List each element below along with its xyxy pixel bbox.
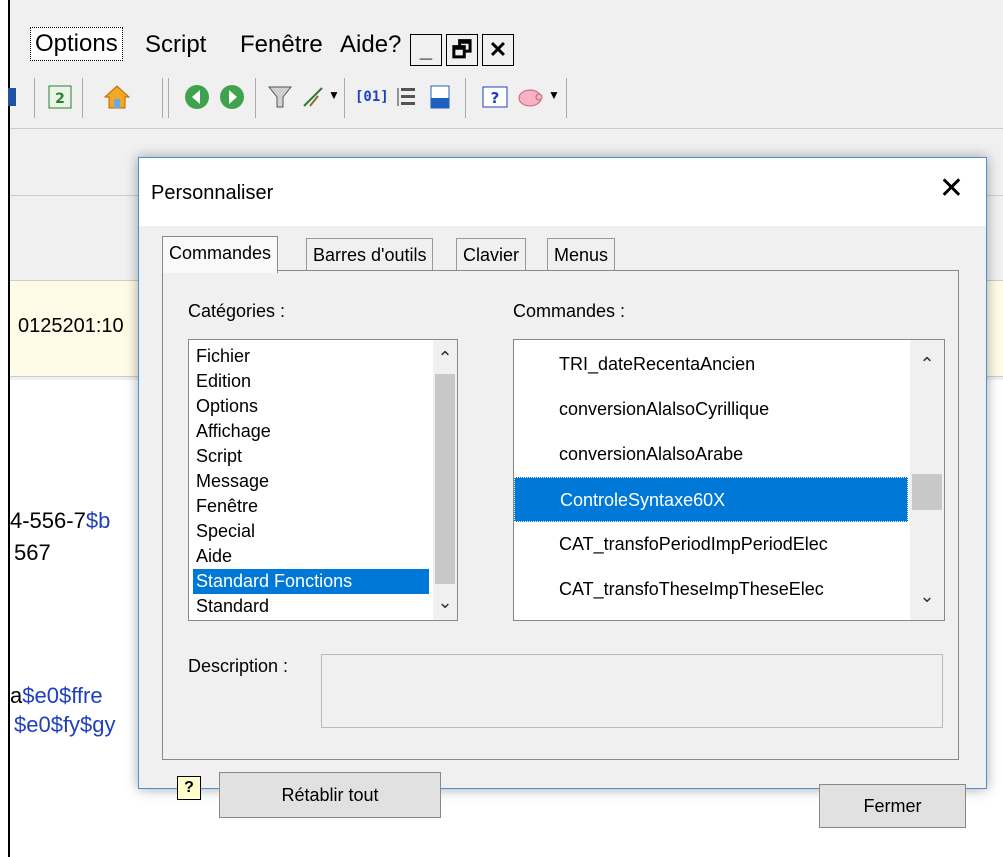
list-item[interactable]: Edition <box>193 369 429 394</box>
list-item[interactable]: Standard <box>193 594 429 619</box>
lang-text: a$e0$ffre <box>10 683 103 708</box>
filter-icon[interactable] <box>265 82 295 112</box>
list-item[interactable]: Script <box>193 444 429 469</box>
list-item[interactable]: Options <box>193 394 429 419</box>
description-label: Description : <box>188 656 289 676</box>
refresh-icon[interactable]: 2 <box>45 82 75 112</box>
chevron-up-icon[interactable]: ⌃ <box>433 346 457 370</box>
dialog-close-button[interactable]: ✕ <box>939 174 964 204</box>
toolbar-strip <box>10 128 1003 151</box>
list-item[interactable]: Message <box>193 469 429 494</box>
list-item[interactable]: conversionAlalsoCyrillique <box>514 387 908 432</box>
lang-text-2: $e0$fy$gy <box>14 712 116 737</box>
list-item[interactable]: Fenêtre <box>193 494 429 519</box>
tab-barres-outils[interactable]: Barres d'outils <box>306 238 434 271</box>
dropdown-arrow-icon[interactable]: ▼ <box>328 88 340 102</box>
list-item[interactable]: TRI_dateRecentaAncien <box>514 342 908 387</box>
list-item-selected[interactable]: Standard Fonctions <box>193 569 429 594</box>
isbn-text: 4-556-7$b <box>10 508 111 533</box>
svg-text:?: ? <box>491 89 500 107</box>
help-button-icon[interactable]: ? <box>177 776 201 800</box>
description-box <box>321 654 943 728</box>
pig-icon[interactable] <box>515 82 545 112</box>
zero-one-icon[interactable]: [01] <box>355 82 389 112</box>
outline-icon[interactable] <box>390 82 420 112</box>
personnaliser-dialog: Personnaliser ✕ Commandes Barres d'outil… <box>138 157 987 828</box>
reset-all-button[interactable]: Rétablir tout <box>219 772 441 818</box>
export-icon[interactable] <box>425 82 455 112</box>
svg-text:2: 2 <box>55 91 65 107</box>
dropdown-arrow-icon[interactable]: ▼ <box>548 88 560 102</box>
chevron-down-icon[interactable]: ⌄ <box>910 584 944 608</box>
tab-panel: Catégories : Commandes : Fichier Edition… <box>162 270 959 760</box>
tree-icon[interactable] <box>298 82 328 112</box>
list-item[interactable]: Fichier <box>193 344 429 369</box>
tab-clavier[interactable]: Clavier <box>456 238 527 271</box>
list-item[interactable]: conversionAlalsoArabe <box>514 432 908 477</box>
scrollbar-thumb[interactable] <box>912 474 942 510</box>
tab-commandes[interactable]: Commandes <box>162 236 279 273</box>
list-item[interactable]: Special <box>193 519 429 544</box>
forward-icon[interactable] <box>217 82 247 112</box>
list-item[interactable]: Affichage <box>193 419 429 444</box>
close-dialog-button[interactable]: Fermer <box>819 784 966 828</box>
menu-fenetre[interactable]: Fenêtre <box>240 31 323 59</box>
commands-label: Commandes : <box>513 301 626 321</box>
restore-button[interactable]: 🗗 <box>446 34 478 66</box>
categories-list[interactable]: Fichier Edition Options Affichage Script… <box>188 339 458 621</box>
close-app-button[interactable]: ✕ <box>482 34 514 66</box>
toolbar: 2 ▼ [01] ? ▼ <box>8 70 1003 125</box>
dialog-title: Personnaliser <box>151 182 274 204</box>
record-id-text: 0125201:10 <box>18 315 124 337</box>
list-item[interactable]: CAT_transfoPeriodImpPeriodElec <box>514 522 908 567</box>
isbn-text-2: 567 <box>14 540 51 565</box>
list-item[interactable]: Aide <box>193 544 429 569</box>
list-item-selected[interactable]: ControleSyntaxe60X <box>514 477 908 522</box>
back-icon[interactable] <box>182 82 212 112</box>
tab-menus[interactable]: Menus <box>547 238 616 271</box>
categories-scrollbar[interactable]: ⌃ ⌄ <box>433 340 457 620</box>
menu-aide[interactable]: Aide? <box>340 31 401 59</box>
chevron-down-icon[interactable]: ⌄ <box>433 590 457 614</box>
help-icon[interactable]: ? <box>480 82 510 112</box>
commands-list[interactable]: TRI_dateRecentaAncien conversionAlalsoCy… <box>513 339 945 621</box>
menu-bar: Options Script Fenêtre Aide? _ 🗗 ✕ <box>10 15 1003 66</box>
commands-scrollbar[interactable]: ⌃ ⌄ <box>910 340 944 620</box>
categories-label: Catégories : <box>188 301 286 321</box>
menu-options[interactable]: Options <box>30 27 123 61</box>
menu-script[interactable]: Script <box>145 31 206 59</box>
dialog-title-bar: Personnaliser ✕ <box>139 158 986 226</box>
minimize-button[interactable]: _ <box>410 34 442 66</box>
list-item[interactable]: CAT_transfoTheseImpTheseElec <box>514 567 908 612</box>
home-icon[interactable] <box>102 82 132 112</box>
scrollbar-thumb[interactable] <box>435 374 455 584</box>
chevron-up-icon[interactable]: ⌃ <box>910 352 944 376</box>
